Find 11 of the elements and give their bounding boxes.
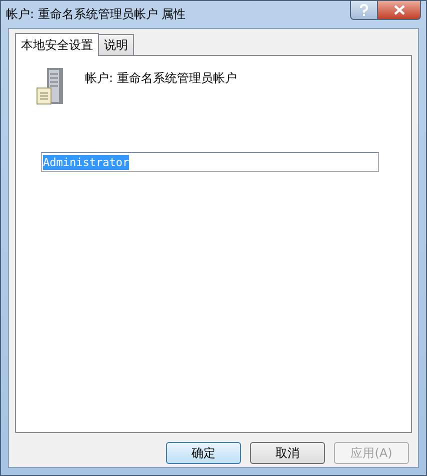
close-button[interactable]	[378, 1, 421, 20]
help-icon	[359, 4, 369, 16]
tab[interactable]: 本地安全设置	[15, 33, 99, 56]
field-value: Administrator	[43, 154, 130, 170]
close-icon	[394, 5, 404, 15]
dialog-button[interactable]: 确定	[166, 442, 241, 464]
policy-name: 帐户: 重命名系统管理员帐户	[85, 70, 237, 87]
window-title: 帐户: 重命名系统管理员帐户 属性	[6, 6, 186, 23]
tab[interactable]: 说明	[98, 34, 134, 55]
help-button[interactable]	[350, 1, 378, 20]
dialog-button[interactable]: 取消	[250, 442, 325, 464]
